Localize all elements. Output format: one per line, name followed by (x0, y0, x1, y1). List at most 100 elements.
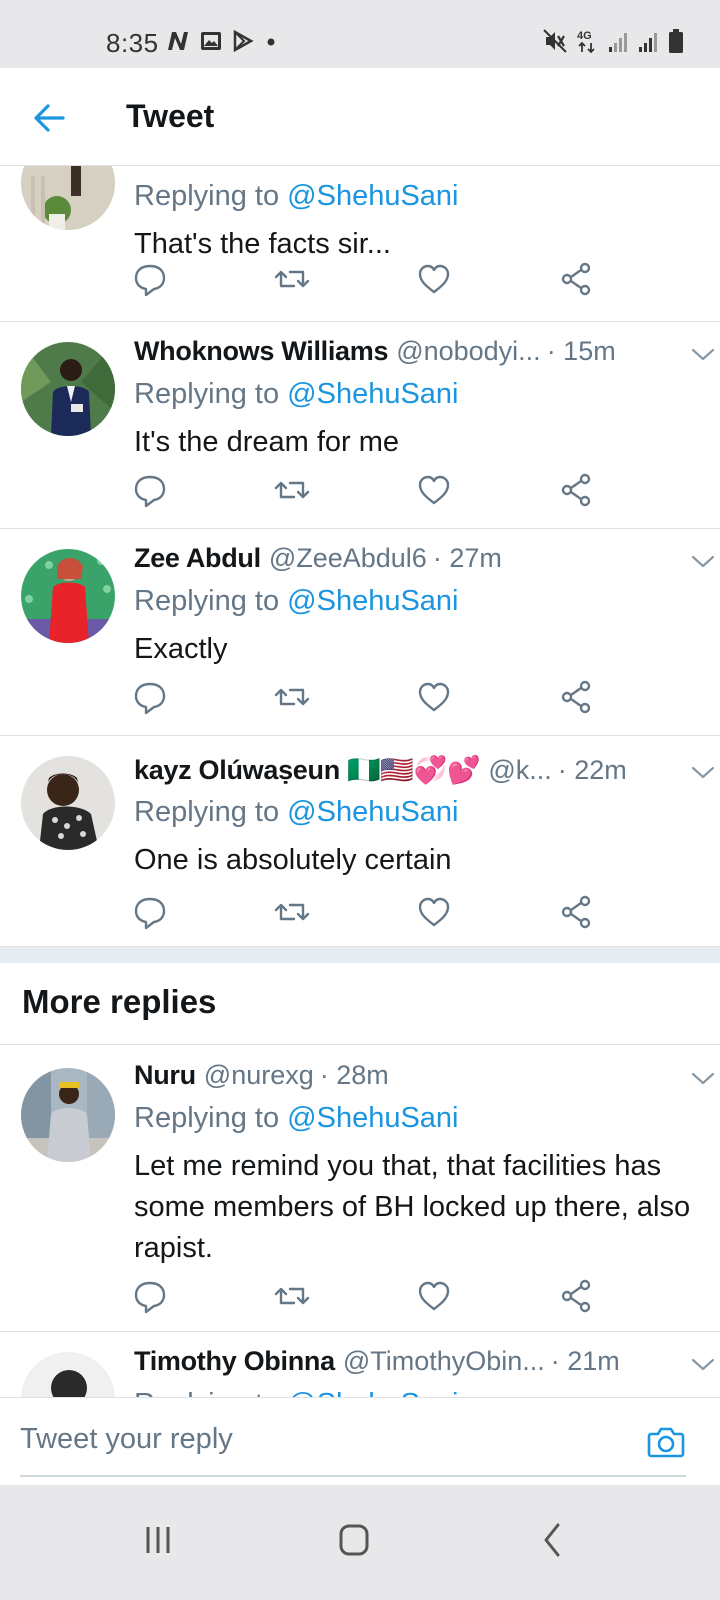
share-button[interactable] (556, 1276, 596, 1316)
chevron-down-icon[interactable] (690, 762, 716, 782)
tweet[interactable]: Replying to @ShehuSani That's the facts … (0, 166, 720, 322)
avatar[interactable] (21, 549, 115, 643)
reply-button[interactable] (130, 677, 170, 717)
chevron-down-icon[interactable] (690, 551, 716, 571)
timestamp: · 22m (557, 755, 627, 785)
home-button[interactable] (324, 1515, 384, 1565)
reply-button[interactable] (130, 1276, 170, 1316)
comment-icon (134, 475, 166, 508)
tweet-actions (134, 470, 614, 510)
section-divider (0, 947, 720, 963)
mention-link[interactable]: @ShehuSani (287, 1388, 458, 1397)
mention-link[interactable]: @ShehuSani (287, 796, 458, 828)
mention-link[interactable]: @ShehuSani (287, 180, 458, 212)
replying-to: Replying to @ShehuSani (134, 585, 459, 617)
user-handle[interactable]: @ZeeAbdul6 (269, 543, 427, 574)
share-button[interactable] (556, 677, 596, 717)
replying-to: Replying to @ShehuSani (134, 1388, 700, 1397)
retweet-button[interactable] (272, 259, 312, 299)
gallery-icon (201, 32, 221, 50)
recents-button[interactable] (128, 1515, 188, 1565)
share-icon (561, 473, 591, 507)
avatar[interactable] (21, 756, 115, 850)
play-store-icon (233, 30, 254, 52)
retweet-button[interactable] (272, 1276, 312, 1316)
display-name[interactable]: Timothy Obinna (134, 1346, 335, 1377)
user-handle[interactable]: @k... (488, 755, 551, 786)
tweet[interactable]: Zee Abdul @ZeeAbdul6 · 27m Replying to @Sh… (0, 529, 720, 736)
tweet-actions (134, 259, 614, 299)
comment-icon (134, 1281, 166, 1314)
reply-button[interactable] (130, 259, 170, 299)
display-name[interactable]: kayz Olúwaṣeun 🇳🇬🇺🇸💞💕 (134, 754, 481, 786)
comment-icon (134, 682, 166, 715)
display-name[interactable]: Nuru (134, 1060, 196, 1091)
signal-icon (639, 33, 657, 52)
display-name[interactable]: Zee Abdul (134, 543, 261, 574)
mention-link[interactable]: @ShehuSani (287, 378, 458, 410)
section-title: More replies (22, 983, 217, 1020)
heart-icon (418, 682, 450, 712)
tweet[interactable]: kayz Olúwaṣeun 🇳🇬🇺🇸💞💕 @k... · 22m Replying… (0, 736, 720, 947)
user-handle[interactable]: @nobodyi... (396, 336, 541, 367)
avatar[interactable] (21, 1352, 115, 1397)
tweet[interactable]: Nuru @nurexg · 28m Replying to @ShehuSani … (0, 1046, 720, 1332)
user-handle[interactable]: @TimothyObin... (343, 1346, 545, 1377)
replying-to: Replying to @ShehuSani (134, 180, 459, 212)
avatar[interactable] (21, 342, 115, 436)
retweet-icon (274, 688, 310, 706)
replying-to: Replying to @ShehuSani (134, 796, 459, 828)
tweet-actions (134, 677, 614, 717)
retweet-button[interactable] (272, 470, 312, 510)
status-bar: 8:35 4G (0, 0, 720, 68)
timestamp: · 27m (432, 543, 502, 573)
nav-back-button[interactable] (522, 1515, 582, 1565)
avatar[interactable] (21, 166, 115, 230)
heart-icon (418, 1281, 450, 1311)
page-title: Tweet (126, 98, 215, 134)
comment-icon (134, 264, 166, 297)
more-replies-header: More replies (0, 963, 720, 1045)
camera-button[interactable] (646, 1422, 686, 1462)
retweet-button[interactable] (272, 892, 312, 932)
heart-icon (418, 897, 450, 927)
timestamp: · 15m (546, 336, 616, 366)
tweet[interactable]: Whoknows Williams @nobodyi... · 15m Replyi… (0, 322, 720, 529)
share-button[interactable] (556, 892, 596, 932)
share-button[interactable] (556, 259, 596, 299)
chevron-down-icon[interactable] (690, 344, 716, 364)
tweet-text: It's the dream for me (134, 426, 400, 458)
reply-input[interactable] (20, 1416, 620, 1462)
like-button[interactable] (414, 1276, 454, 1316)
like-button[interactable] (414, 892, 454, 932)
mention-link[interactable]: @ShehuSani (287, 1102, 458, 1134)
like-button[interactable] (414, 677, 454, 717)
tweet-actions (134, 892, 614, 932)
mention-link[interactable]: @ShehuSani (287, 585, 458, 617)
like-button[interactable] (414, 259, 454, 299)
like-button[interactable] (414, 470, 454, 510)
share-button[interactable] (556, 470, 596, 510)
replying-to: Replying to @ShehuSani (134, 378, 459, 410)
retweet-icon (274, 903, 310, 921)
user-handle[interactable]: @nurexg (204, 1060, 314, 1091)
share-icon (561, 262, 591, 296)
notification-icons (166, 30, 278, 52)
reply-button[interactable] (130, 892, 170, 932)
back-button[interactable] (30, 98, 70, 138)
signal-icon (609, 33, 627, 52)
more-replies-feed[interactable]: Nuru @nurexg · 28m Replying to @ShehuSani … (0, 1046, 720, 1397)
display-name[interactable]: Whoknows Williams (134, 336, 388, 367)
tweet-text: Let me remind you that, that facilities … (134, 1150, 691, 1264)
reply-button[interactable] (130, 470, 170, 510)
top-app-bar: Tweet (0, 68, 720, 166)
avatar[interactable] (21, 1068, 115, 1162)
share-icon (561, 680, 591, 714)
chevron-down-icon[interactable] (690, 1068, 716, 1088)
arrow-left-icon (34, 104, 65, 132)
share-icon (561, 895, 591, 929)
tweet[interactable]: Timothy Obinna @TimothyObin...· 21m Reply… (0, 1332, 720, 1397)
retweet-button[interactable] (272, 677, 312, 717)
retweet-icon (274, 270, 310, 288)
chevron-down-icon[interactable] (690, 1354, 716, 1374)
